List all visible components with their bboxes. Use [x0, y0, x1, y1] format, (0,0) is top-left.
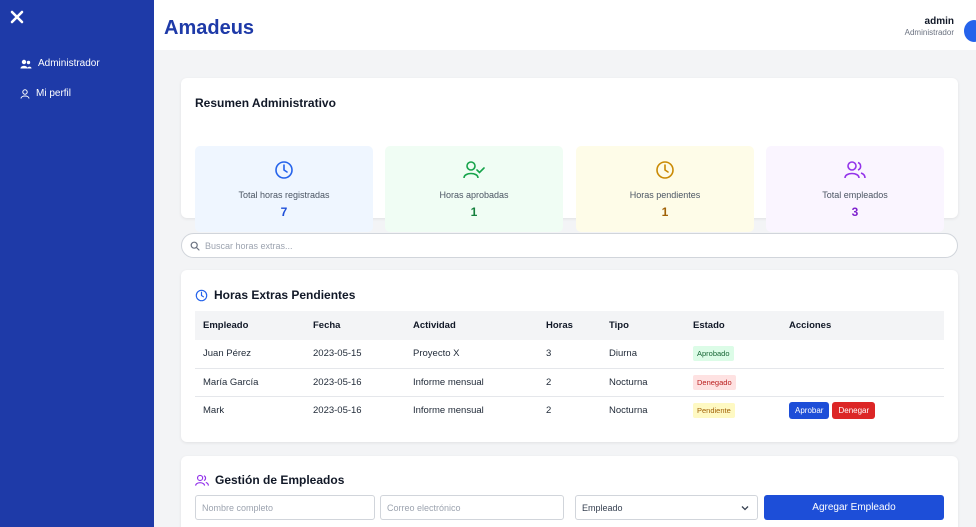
user-name: admin: [924, 16, 954, 27]
cell-horas: 3: [538, 340, 601, 369]
search-bar[interactable]: [181, 233, 958, 258]
add-employee-button[interactable]: Agregar Empleado: [764, 495, 944, 520]
user-role: Administrador: [904, 28, 954, 37]
stat-value: 1: [470, 205, 478, 219]
user-check-icon: [463, 161, 485, 179]
clock-icon: [275, 161, 293, 179]
cell-empleado: Mark: [203, 404, 225, 416]
pending-title: Horas Extras Pendientes: [214, 288, 356, 302]
search-icon: [190, 241, 200, 251]
sidebar-item-mi-perfil[interactable]: Mi perfil: [20, 88, 71, 99]
sidebar: Administrador Mi perfil: [0, 0, 154, 527]
column-header: Estado: [693, 320, 725, 331]
cell-estado: Aprobado: [685, 340, 781, 369]
clock-icon: [195, 289, 208, 301]
cell-fecha: 2023-05-15: [305, 340, 405, 369]
main-content: Resumen Administrativo Total horas regis…: [154, 50, 976, 527]
users-icon: [844, 161, 866, 179]
approve-button[interactable]: Aprobar: [789, 401, 830, 419]
stat-value: 1: [661, 205, 669, 219]
cell-acciones: Aprobar Denegar: [781, 396, 944, 424]
cell-estado: Pendiente: [685, 396, 781, 424]
overtime-table: Empleado Fecha Actividad Horas Tipo Esta…: [195, 311, 944, 424]
status-badge: Denegado: [693, 374, 736, 390]
cell-horas: 2: [546, 404, 552, 416]
clock-icon: [656, 161, 674, 179]
employees-title: Gestión de Empleados: [215, 473, 345, 487]
user-icon: [20, 88, 30, 99]
table-row: Mark 2023-05-16 Informe mensual 2 Noctur…: [195, 396, 944, 424]
user-info: admin Administrador: [905, 16, 954, 37]
table-header-row: Empleado Fecha Actividad Horas Tipo Esta…: [195, 311, 944, 340]
stat-total-horas: Total horas registradas 7: [195, 146, 373, 232]
stat-value: 3: [851, 205, 859, 219]
cell-actividad: Informe mensual: [405, 368, 538, 397]
role-select[interactable]: Empleado: [575, 495, 758, 520]
email-field[interactable]: [380, 495, 564, 520]
cell-empleado: Juan Pérez: [195, 340, 305, 369]
status-badge: Pendiente: [693, 402, 735, 418]
stat-horas-aprobadas: Horas aprobadas 1: [385, 146, 563, 232]
cell-tipo: Diurna: [601, 340, 685, 369]
cell-empleado: María García: [195, 368, 305, 397]
deny-button[interactable]: Denegar: [832, 401, 876, 419]
cell-tipo: Nocturna: [609, 404, 648, 416]
column-header: Fecha: [313, 320, 341, 331]
close-icon[interactable]: [10, 10, 24, 24]
cell-estado: Denegado: [685, 368, 781, 397]
pending-title-row: Horas Extras Pendientes: [195, 288, 355, 302]
column-header: Actividad: [413, 320, 456, 331]
cell-fecha: 2023-05-16: [313, 404, 362, 416]
stat-label: Horas aprobadas: [439, 190, 509, 200]
stat-label: Total horas registradas: [238, 190, 330, 200]
status-badge: Aprobado: [693, 346, 734, 362]
cell-horas: 2: [538, 368, 601, 397]
table-row: María García 2023-05-16 Informe mensual …: [195, 368, 944, 397]
name-field[interactable]: [195, 495, 375, 520]
cell-tipo: Nocturna: [601, 368, 685, 397]
column-header: Acciones: [789, 320, 832, 331]
column-header: Horas: [546, 320, 573, 331]
app-title: Amadeus: [164, 17, 255, 39]
column-header: Empleado: [203, 320, 249, 331]
sidebar-item-label: Mi perfil: [36, 88, 72, 99]
cell-acciones: [781, 368, 944, 397]
stat-value: 7: [280, 205, 288, 219]
stat-label: Horas pendientes: [629, 190, 701, 200]
header: Amadeus admin Administrador: [154, 0, 976, 50]
table-row: Juan Pérez 2023-05-15 Proyecto X 3 Diurn…: [195, 340, 944, 369]
column-header: Tipo: [609, 320, 629, 331]
users-icon: [20, 59, 32, 68]
cell-actividad: Proyecto X: [405, 340, 538, 369]
sidebar-item-administrador[interactable]: Administrador: [20, 58, 100, 69]
employees-title-row: Gestión de Empleados: [195, 473, 344, 487]
cell-actividad: Informe mensual: [413, 404, 484, 416]
cell-acciones: [781, 340, 944, 369]
stat-horas-pendientes: Horas pendientes 1: [576, 146, 754, 232]
avatar[interactable]: [964, 20, 976, 42]
summary-title: Resumen Administrativo: [195, 96, 336, 110]
search-input[interactable]: [205, 240, 905, 251]
chevron-down-icon: [741, 505, 749, 510]
sidebar-item-label: Administrador: [38, 58, 100, 69]
role-select-value: Empleado: [582, 502, 623, 513]
stat-total-empleados: Total empleados 3: [766, 146, 944, 232]
pending-overtime-card: Horas Extras Pendientes Empleado Fecha A…: [181, 270, 958, 442]
cell-fecha: 2023-05-16: [305, 368, 405, 397]
stat-label: Total empleados: [822, 190, 888, 200]
users-icon: [195, 474, 209, 486]
summary-card: Resumen Administrativo Total horas regis…: [181, 78, 958, 232]
